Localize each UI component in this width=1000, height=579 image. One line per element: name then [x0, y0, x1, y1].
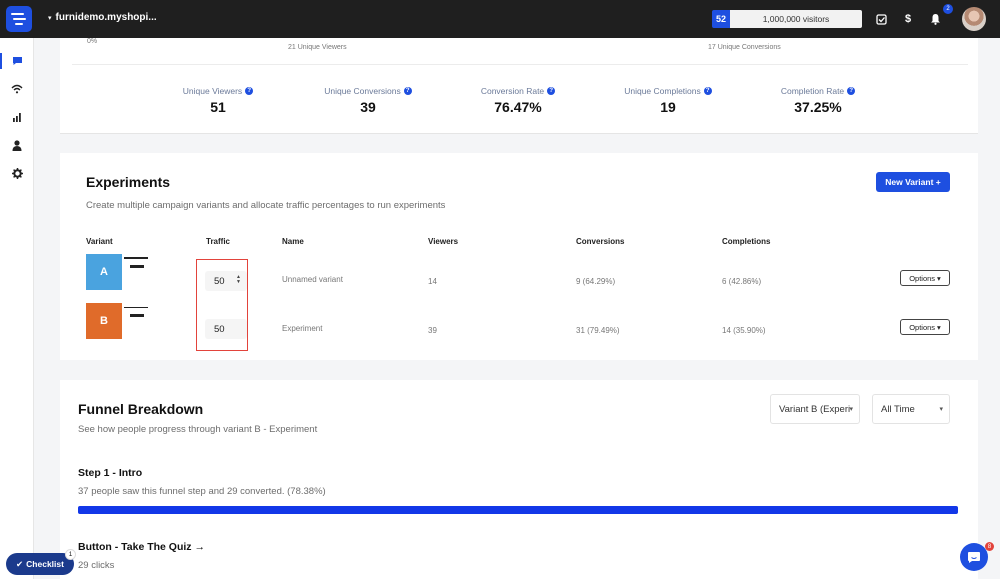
- store-switcher[interactable]: ▾ furnidemo.myshopi...: [48, 12, 157, 23]
- top-unique-viewers: 21 Unique Viewers: [288, 44, 347, 51]
- visitor-usage: 52 1,000,000 visitors: [712, 10, 862, 28]
- thumb-line: [124, 257, 148, 259]
- variant-conversions: 9 (64.29%): [576, 277, 616, 286]
- options-button-b[interactable]: Options ▾: [900, 319, 950, 335]
- variant-select[interactable]: Variant B (Experi ▾: [770, 394, 860, 424]
- checklist-badge: 1: [65, 549, 76, 560]
- visitor-count: 52: [712, 10, 730, 28]
- caret-down-icon: ▾: [937, 322, 941, 332]
- col-conversions: Conversions: [576, 237, 625, 246]
- top-bar: ▾ furnidemo.myshopi... 52 1,000,000 visi…: [0, 0, 1000, 38]
- new-variant-button[interactable]: New Variant +: [876, 172, 950, 192]
- chat-icon[interactable]: [10, 54, 24, 68]
- stat-conversion-rate: Conversion Rate? 76.47%: [458, 86, 578, 115]
- funnel-card: Funnel Breakdown See how people progress…: [60, 380, 978, 579]
- divider: [72, 64, 968, 65]
- step-title: Button - Take The Quiz →: [78, 541, 205, 553]
- options-button-a[interactable]: Options ▾: [900, 270, 950, 286]
- variant-completions: 6 (42.86%): [722, 277, 762, 286]
- stat-unique-conversions: Unique Conversions? 39: [308, 86, 428, 115]
- traffic-highlight-box: [196, 259, 248, 351]
- col-traffic: Traffic: [206, 237, 231, 246]
- dollar-icon[interactable]: $: [901, 12, 915, 26]
- gear-icon[interactable]: [10, 166, 24, 180]
- sidebar-active-indicator: [0, 53, 2, 69]
- chart-zero-label: 0%: [87, 38, 98, 45]
- notification-badge: 2: [943, 4, 953, 14]
- variant-viewers: 14: [428, 277, 437, 286]
- thumb-button: [130, 314, 144, 317]
- step-description: 29 clicks: [78, 560, 115, 571]
- overview-stats-card: 0% 21 Unique Viewers 17 Unique Conversio…: [60, 38, 978, 134]
- sidebar: [0, 38, 34, 579]
- thumb-line: [124, 307, 148, 308]
- variant-name: Unnamed variant: [282, 275, 343, 284]
- col-variant: Variant: [86, 237, 113, 246]
- help-icon[interactable]: ?: [847, 87, 856, 95]
- help-icon[interactable]: ?: [245, 87, 254, 95]
- variant-badge: A: [86, 254, 122, 290]
- help-icon[interactable]: ?: [547, 87, 556, 95]
- stat-completion-rate: Completion Rate? 37.25%: [758, 86, 878, 115]
- help-icon[interactable]: ?: [703, 87, 712, 95]
- checklist-button[interactable]: ✔ Checklist: [6, 553, 74, 575]
- visitor-limit: 1,000,000 visitors: [730, 10, 862, 28]
- caret-down-icon: ▾: [937, 273, 941, 283]
- step-description: 37 people saw this funnel step and 29 co…: [78, 486, 326, 497]
- experiments-subtitle: Create multiple campaign variants and al…: [86, 200, 446, 211]
- col-viewers: Viewers: [428, 237, 459, 246]
- stat-unique-viewers: Unique Viewers? 51: [158, 86, 278, 115]
- variant-viewers: 39: [428, 326, 437, 335]
- variant-conversions: 31 (79.49%): [576, 326, 620, 335]
- app-logo[interactable]: [6, 6, 32, 32]
- experiments-title: Experiments: [86, 174, 171, 190]
- chevron-down-icon: ▾: [849, 406, 853, 413]
- variant-thumbnail-a[interactable]: A: [86, 254, 150, 290]
- user-icon[interactable]: [10, 138, 24, 152]
- top-unique-conversions: 17 Unique Conversions: [708, 44, 781, 51]
- bar-chart-icon[interactable]: [10, 110, 24, 124]
- check-icon: ✔: [16, 558, 24, 569]
- step-title: Step 1 - Intro: [78, 467, 143, 479]
- task-check-icon[interactable]: [874, 12, 888, 26]
- stat-unique-completions: Unique Completions? 19: [608, 86, 728, 115]
- chat-bubble-icon: [968, 551, 980, 563]
- time-range-select[interactable]: All Time ▾: [872, 394, 950, 424]
- variant-name: Experiment: [282, 324, 323, 333]
- caret-down-icon: ▾: [48, 14, 52, 22]
- variant-completions: 14 (35.90%): [722, 326, 766, 335]
- funnel-title: Funnel Breakdown: [78, 401, 204, 417]
- store-name: furnidemo.myshopi...: [55, 12, 157, 23]
- help-icon[interactable]: ?: [403, 87, 412, 95]
- chat-badge: 8: [985, 542, 994, 551]
- bell-icon[interactable]: [928, 12, 942, 26]
- variant-thumbnail-b[interactable]: B: [86, 303, 150, 339]
- col-name: Name: [282, 237, 304, 246]
- col-completions: Completions: [722, 237, 771, 246]
- variant-badge: B: [86, 303, 122, 339]
- experiments-card: Experiments Create multiple campaign var…: [60, 153, 978, 360]
- logo-icon: [11, 13, 26, 25]
- avatar[interactable]: [962, 7, 986, 31]
- chat-launcher-button[interactable]: [960, 543, 988, 571]
- thumb-button: [130, 265, 144, 268]
- chevron-down-icon: ▾: [939, 406, 943, 413]
- funnel-subtitle: See how people progress through variant …: [78, 424, 318, 435]
- wifi-icon[interactable]: [10, 82, 24, 96]
- step-progress-fill: [78, 506, 958, 514]
- step-progress-bar: [78, 506, 958, 514]
